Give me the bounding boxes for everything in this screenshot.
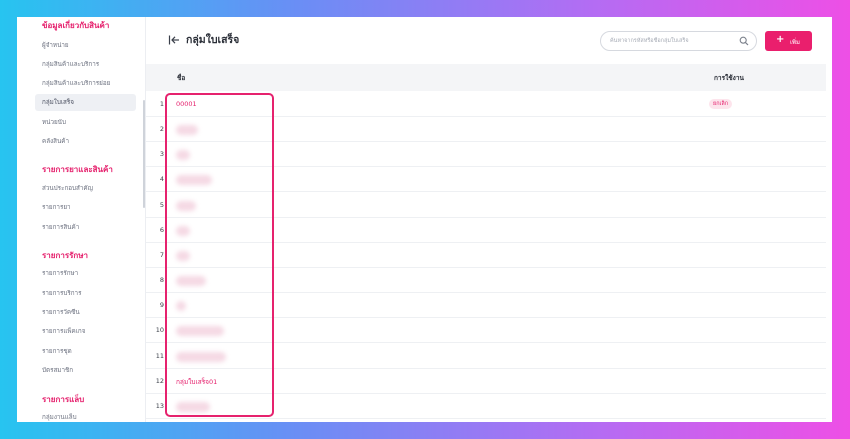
search-icon[interactable] bbox=[739, 36, 749, 46]
sidebar-item-receipt-groups[interactable]: กลุ่มใบเสร็จ bbox=[35, 94, 136, 111]
row-number: 11 bbox=[155, 352, 164, 360]
sidebar-item-sets[interactable]: รายการชุด bbox=[35, 343, 136, 360]
row-number: 1 bbox=[159, 100, 164, 108]
sidebar: ข้อมูลเกี่ยวกับสินค้า ผู้จำหน่าย กลุ่มสิ… bbox=[17, 17, 146, 422]
main-content: กลุ่มใบเสร็จ + เพิ่ม ชื่อ การใช้งาน 1 00… bbox=[146, 17, 832, 422]
row-number: 8 bbox=[159, 276, 164, 284]
sidebar-item-suppliers[interactable]: ผู้จำหน่าย bbox=[35, 37, 136, 54]
search-input[interactable] bbox=[610, 35, 732, 47]
sidebar-section-treatments: รายการรักษา bbox=[42, 251, 89, 260]
page-title: กลุ่มใบเสร็จ bbox=[186, 34, 240, 46]
sidebar-section-drugs-products: รายการยาและสินค้า bbox=[42, 165, 113, 174]
sidebar-item-member-cards[interactable]: บัตรสมาชิก bbox=[35, 362, 136, 379]
row-number: 4 bbox=[159, 175, 164, 183]
sidebar-item-lab-groups[interactable]: กลุ่มงานแล็บ bbox=[35, 409, 136, 422]
sidebar-item-product-subgroups[interactable]: กลุ่มสินค้าและบริการย่อย bbox=[35, 75, 136, 92]
column-header-usage: การใช้งาน bbox=[714, 74, 744, 82]
sidebar-item-packages[interactable]: รายการแพ็คเกจ bbox=[35, 323, 136, 340]
sidebar-scrollbar[interactable] bbox=[143, 100, 145, 208]
sidebar-item-vaccines[interactable]: รายการวัคซีน bbox=[35, 304, 136, 321]
sidebar-item-drugs[interactable]: รายการยา bbox=[35, 199, 136, 216]
sidebar-section-product-info: ข้อมูลเกี่ยวกับสินค้า bbox=[42, 21, 110, 30]
row-number: 6 bbox=[159, 226, 164, 234]
back-arrow-icon[interactable] bbox=[168, 34, 180, 46]
row-number: 9 bbox=[159, 301, 164, 309]
sidebar-section-lab: รายการแล็บ bbox=[42, 395, 85, 404]
sidebar-item-product-groups[interactable]: กลุ่มสินค้าและบริการ bbox=[35, 56, 136, 73]
sidebar-item-units[interactable]: หน่วยนับ bbox=[35, 114, 136, 131]
search-box[interactable] bbox=[600, 31, 757, 51]
highlight-box bbox=[165, 93, 274, 417]
table-header: ชื่อ การใช้งาน bbox=[146, 64, 826, 91]
row-number: 7 bbox=[159, 251, 164, 259]
sidebar-item-products[interactable]: รายการสินค้า bbox=[35, 219, 136, 236]
row-number: 2 bbox=[159, 125, 164, 133]
row-number: 10 bbox=[155, 326, 164, 334]
status-badge: ยกเลิก bbox=[709, 99, 733, 109]
column-header-name: ชื่อ bbox=[177, 74, 186, 82]
add-button-label: เพิ่ม bbox=[790, 39, 800, 46]
plus-icon: + bbox=[776, 34, 785, 45]
row-number: 13 bbox=[155, 402, 164, 410]
sidebar-item-services[interactable]: รายการบริการ bbox=[35, 285, 136, 302]
sidebar-item-warehouse[interactable]: คลังสินค้า bbox=[35, 133, 136, 150]
row-number: 5 bbox=[159, 201, 164, 209]
sidebar-item-treatments[interactable]: รายการรักษา bbox=[35, 265, 136, 282]
row-number: 3 bbox=[159, 150, 164, 158]
app-window: ข้อมูลเกี่ยวกับสินค้า ผู้จำหน่าย กลุ่มสิ… bbox=[17, 17, 832, 422]
sidebar-item-ingredients[interactable]: ส่วนประกอบสำคัญ bbox=[35, 180, 136, 197]
add-button[interactable]: + เพิ่ม bbox=[765, 31, 812, 51]
row-number: 12 bbox=[155, 377, 164, 385]
